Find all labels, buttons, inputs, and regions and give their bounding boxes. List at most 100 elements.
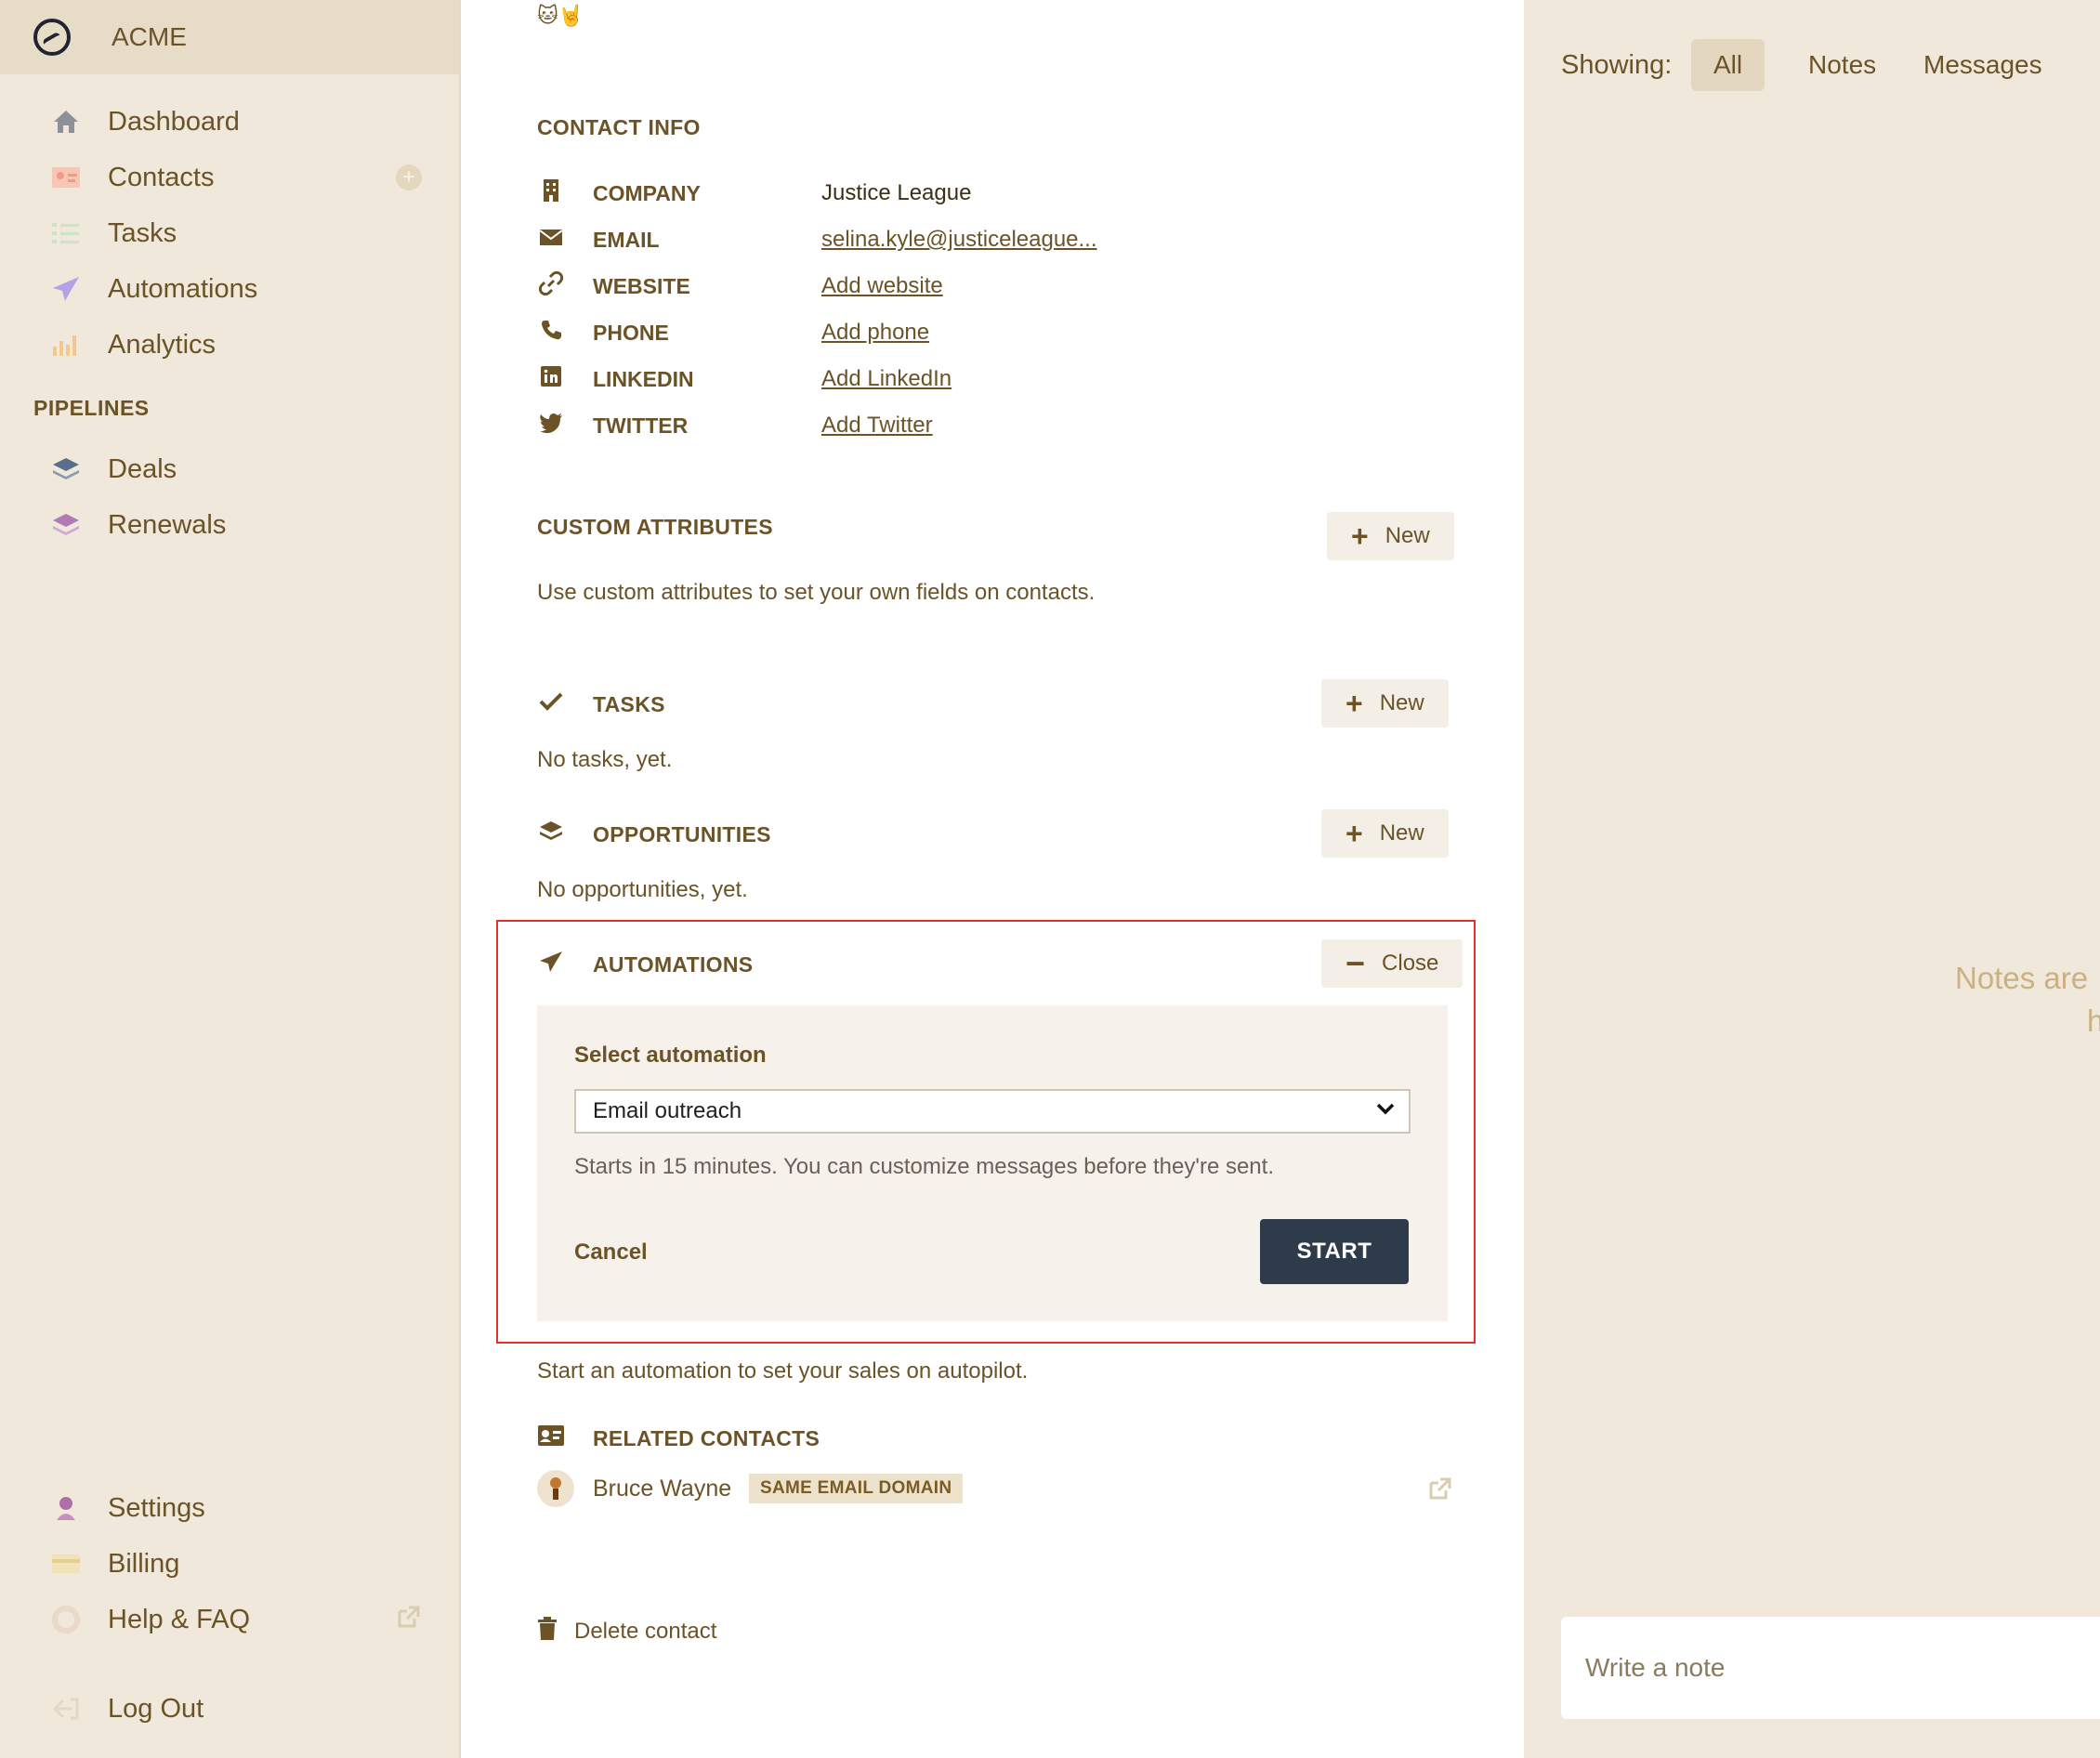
new-custom-attribute-button[interactable]: + New (1327, 512, 1454, 560)
sidebar-item-label: Automations (108, 273, 258, 304)
sidebar-item-deals[interactable]: Deals (0, 444, 459, 494)
select-automation-label: Select automation (574, 1043, 767, 1068)
add-linkedin-link[interactable]: Add LinkedIn (821, 366, 952, 392)
contact-emoji: 🐱🤘 (537, 4, 584, 27)
user-icon (50, 1492, 82, 1524)
custom-attributes-heading: CUSTOM ATTRIBUTES (537, 515, 773, 539)
paper-plane-icon (50, 273, 82, 305)
delete-contact-button[interactable]: Delete contact (537, 1617, 716, 1646)
note-input[interactable]: Write a note (1561, 1617, 2100, 1719)
new-opportunity-button[interactable]: + New (1321, 809, 1449, 858)
sidebar-item-tasks[interactable]: Tasks (0, 208, 459, 258)
email-link[interactable]: selina.kyle@justiceleague... (821, 227, 1097, 253)
acme-logo-icon (33, 19, 71, 56)
brand-name: ACME (112, 22, 187, 51)
add-website-link[interactable]: Add website (821, 273, 943, 299)
field-label: PHONE (593, 320, 669, 345)
bar-chart-icon (50, 329, 82, 361)
related-contacts-heading: RELATED CONTACTS (593, 1425, 820, 1450)
sidebar-item-contacts[interactable]: Contacts + (0, 152, 459, 203)
automations-heading: AUTOMATIONS (593, 951, 754, 977)
field-label: LINKEDIN (593, 366, 694, 391)
filter-messages[interactable]: Messages (1901, 39, 2065, 91)
sidebar-item-label: Tasks (108, 217, 177, 248)
paper-plane-icon (537, 951, 565, 979)
id-card-icon (537, 1424, 565, 1453)
cancel-button[interactable]: Cancel (574, 1240, 648, 1266)
logout-icon (50, 1693, 82, 1725)
field-label: TWITTER (593, 413, 689, 438)
filter-all[interactable]: All (1691, 39, 1765, 91)
tasks-empty-text: No tasks, yet. (537, 747, 673, 772)
sidebar: ACME Dashboard Contacts + Tasks Automati… (0, 0, 461, 1758)
home-icon (50, 106, 82, 138)
opportunities-heading: OPPORTUNITIES (593, 821, 771, 846)
sidebar-item-label: Deals (108, 453, 177, 484)
contact-detail-panel: 🐱🤘 CONTACT INFO COMPANY Justice League E… (461, 0, 1524, 1758)
field-phone: PHONE Add phone (537, 314, 929, 351)
sidebar-item-label: Log Out (108, 1693, 204, 1724)
sidebar-item-analytics[interactable]: Analytics (0, 320, 459, 370)
filter-notes[interactable]: Notes (1786, 39, 1898, 91)
sidebar-item-billing[interactable]: Billing (0, 1539, 459, 1589)
link-icon (537, 270, 565, 302)
sidebar-item-label: Contacts (108, 162, 215, 192)
status-badge: SAME EMAIL DOMAIN (749, 1474, 964, 1503)
plus-icon: + (1345, 686, 1363, 720)
close-automations-button[interactable]: − Close (1321, 939, 1463, 988)
button-label: New (1379, 820, 1424, 846)
plus-icon: + (1345, 816, 1363, 850)
field-label: WEBSITE (593, 273, 690, 298)
pipelines-heading: PIPELINES (33, 396, 150, 420)
new-task-button[interactable]: + New (1321, 679, 1449, 728)
related-contact-name[interactable]: Bruce Wayne (593, 1476, 731, 1502)
layers-icon (537, 820, 565, 850)
tasks-heading: TASKS (593, 691, 665, 716)
button-label: New (1379, 690, 1424, 715)
sidebar-item-help[interactable]: Help & FAQ (0, 1594, 459, 1645)
checklist-icon (50, 217, 82, 249)
related-contacts-header: RELATED CONTACTS (537, 1420, 820, 1457)
sidebar-item-label: Dashboard (108, 106, 240, 137)
avatar[interactable] (537, 1470, 574, 1507)
activity-panel: Showing: All Notes Messages Notes are h … (1524, 0, 2100, 1758)
sidebar-item-label: Analytics (108, 329, 217, 360)
checkmark-icon (537, 691, 565, 717)
sidebar-item-renewals[interactable]: Renewals (0, 500, 459, 550)
add-contact-icon[interactable]: + (396, 164, 422, 190)
envelope-icon (537, 227, 565, 253)
phone-icon (537, 319, 565, 348)
twitter-icon (537, 413, 565, 440)
layers-icon (50, 509, 82, 541)
automations-footer-text: Start an automation to set your sales on… (537, 1358, 1029, 1384)
button-label: New (1385, 523, 1430, 548)
add-twitter-link[interactable]: Add Twitter (821, 413, 933, 439)
opportunities-empty-text: No opportunities, yet. (537, 877, 748, 902)
sidebar-item-label: Billing (108, 1548, 180, 1579)
add-phone-link[interactable]: Add phone (821, 320, 929, 346)
company-value: Justice League (821, 180, 972, 205)
sidebar-item-label: Settings (108, 1492, 205, 1523)
field-label: EMAIL (593, 227, 660, 252)
external-link-icon[interactable] (1427, 1476, 1453, 1508)
automation-select[interactable]: Email outreach (574, 1089, 1411, 1134)
automation-hint: Starts in 15 minutes. You can customize … (574, 1154, 1274, 1179)
trash-icon (537, 1617, 558, 1646)
start-button[interactable]: START (1260, 1219, 1409, 1284)
note-placeholder: Write a note (1585, 1653, 1726, 1682)
delete-contact-label: Delete contact (574, 1618, 717, 1644)
custom-attributes-description: Use custom attributes to set your own fi… (537, 580, 1096, 605)
linkedin-icon (537, 365, 565, 393)
field-twitter: TWITTER Add Twitter (537, 407, 933, 444)
sidebar-item-dashboard[interactable]: Dashboard (0, 97, 459, 147)
field-website: WEBSITE Add website (537, 268, 943, 305)
sidebar-item-automations[interactable]: Automations (0, 264, 459, 314)
sidebar-item-settings[interactable]: Settings (0, 1483, 459, 1533)
automation-selected-value: Email outreach (593, 1098, 742, 1123)
brand-header[interactable]: ACME (0, 0, 459, 74)
sidebar-item-label: Help & FAQ (108, 1604, 251, 1634)
sidebar-item-logout[interactable]: Log Out (0, 1684, 459, 1734)
layers-icon (50, 453, 82, 485)
showing-label: Showing: (1561, 50, 1673, 80)
contact-card-icon (50, 162, 82, 193)
